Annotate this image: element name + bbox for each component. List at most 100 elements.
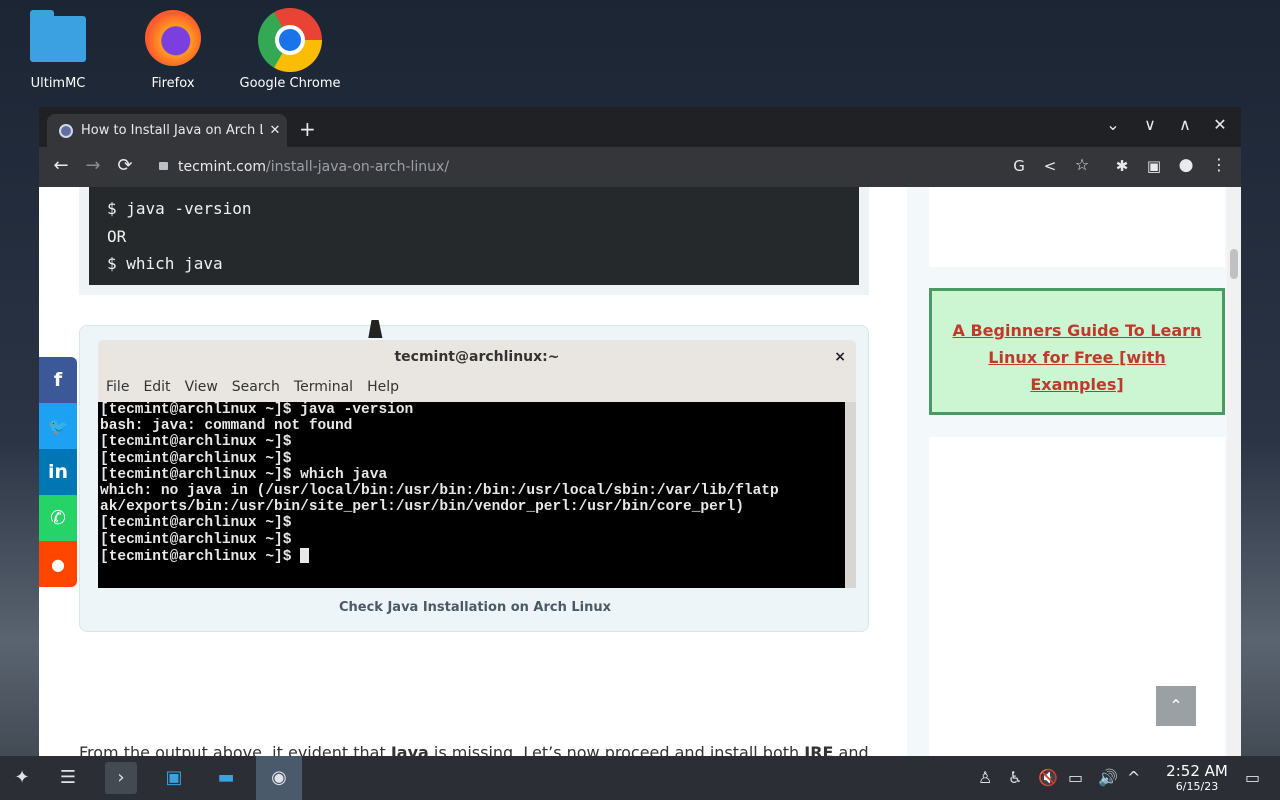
terminal-menubar: File Edit View Search Terminal Help: [98, 374, 856, 400]
chrome-icon: [258, 8, 322, 72]
terminal-scrollbar: [845, 402, 856, 588]
terminal-output: [tecmint@archlinux ~]$ java -version bash…: [98, 402, 845, 588]
terminal-line: which: no java in (/usr/local/bin:/usr/b…: [100, 483, 779, 500]
terminal-screenshot: tecmint@archlinux:~ × File Edit View Sea…: [98, 340, 856, 588]
reload-icon[interactable]: ⟳: [113, 155, 137, 176]
menu-kebab-icon[interactable]: ⋮: [1207, 155, 1231, 174]
discover-store-icon[interactable]: ▣: [158, 762, 190, 794]
linkedin-icon: in: [47, 461, 69, 483]
facebook-icon: f: [53, 369, 63, 391]
promo-line: A Beginners Guide To Learn: [952, 321, 1202, 340]
maximize-button[interactable]: ∧: [1173, 115, 1197, 134]
code-block: $ java -version OR $ which java: [89, 187, 859, 285]
terminal-menu-item: Search: [231, 379, 280, 395]
profile-avatar-icon[interactable]: ●: [1174, 155, 1198, 175]
folder-icon: [26, 8, 90, 72]
google-lens-icon[interactable]: G: [1007, 157, 1031, 175]
terminal-title: tecmint@archlinux:~ ×: [98, 340, 856, 374]
twitter-icon: 🐦: [48, 416, 68, 436]
browser-toolbar: ← → ⟳ tecmint.com/install-java-on-arch-l…: [39, 147, 1241, 187]
terminal-title-text: tecmint@archlinux:~: [394, 349, 560, 365]
konsole-icon[interactable]: ›: [105, 762, 137, 794]
terminal-line: [tecmint@archlinux ~]$: [100, 531, 292, 548]
terminal-line: ak/exports/bin:/usr/bin/site_perl:/usr/b…: [100, 499, 744, 516]
terminal-line: [tecmint@archlinux ~]$: [100, 434, 292, 451]
promo-line: Linux for Free [with: [988, 348, 1166, 367]
share-facebook-button[interactable]: f: [39, 357, 77, 403]
lock-icon: [159, 162, 168, 170]
terminal-menu-item: Terminal: [293, 379, 354, 395]
terminal-menu-item: View: [184, 379, 218, 395]
promo-link[interactable]: A Beginners Guide To Learn Linux for Free…: [953, 321, 1202, 394]
code-line: OR: [107, 226, 127, 246]
forward-icon[interactable]: →: [81, 155, 105, 176]
tab-close-icon[interactable]: ✕: [263, 123, 287, 138]
desktop-icon-ultimmc[interactable]: UltimMC: [3, 8, 113, 91]
desktop-icon-firefox[interactable]: Firefox: [118, 8, 228, 91]
reddit-icon: ●: [51, 554, 65, 574]
close-window-button[interactable]: ✕: [1208, 115, 1232, 134]
extensions-icon[interactable]: ✱: [1110, 157, 1134, 175]
terminal-line: [tecmint@archlinux ~]$: [100, 450, 292, 467]
code-line: $ java -version: [107, 199, 252, 218]
paragraph-text: From the output above, it evident that: [79, 743, 391, 756]
app-launcher-icon[interactable]: ✦: [6, 762, 38, 794]
paragraph-bold: Java: [390, 743, 429, 756]
promo-line: Examples]: [1030, 375, 1124, 394]
network-icon[interactable]: ▭: [1068, 768, 1083, 787]
share-linkedin-button[interactable]: in: [39, 449, 77, 495]
share-reddit-button[interactable]: ●: [39, 541, 77, 587]
bookmark-star-icon[interactable]: ☆: [1070, 155, 1094, 174]
tab-active[interactable]: How to Install Java on Arch Li ✕: [47, 114, 287, 147]
page-content: $ java -version OR $ which java tecmint@…: [39, 187, 1241, 756]
minimize-button[interactable]: ∨: [1138, 115, 1162, 134]
scrollbar-thumb[interactable]: [1230, 249, 1238, 279]
accessibility-icon[interactable]: ♿: [1008, 768, 1022, 787]
figure-caption: Check Java Installation on Arch Linux: [338, 600, 612, 615]
browser-window: How to Install Java on Arch Li ✕ + ⌄ ∨ ∧…: [39, 107, 1241, 756]
desktop-icon-label: Google Chrome: [239, 76, 341, 91]
side-panel-icon[interactable]: ▣: [1142, 157, 1166, 175]
paragraph-text: and: [833, 743, 869, 756]
share-twitter-button[interactable]: 🐦: [39, 403, 77, 449]
whatsapp-icon: ✆: [50, 507, 66, 529]
back-icon[interactable]: ←: [49, 155, 73, 176]
system-settings-icon[interactable]: ☰: [52, 762, 84, 794]
terminal-line: [tecmint@archlinux ~]$ java -version: [100, 402, 414, 418]
chevron-up-icon: ⌃: [1169, 696, 1183, 715]
terminal-cursor: [300, 547, 310, 563]
desktop-icon-label: Firefox: [151, 76, 195, 91]
terminal-line: bash: java: command not found: [100, 418, 353, 435]
page-scrollbar[interactable]: [1227, 187, 1241, 756]
terminal-menu-item: Help: [367, 379, 399, 395]
sidebar-promo-box: A Beginners Guide To Learn Linux for Free…: [929, 288, 1225, 415]
chrome-taskbar-icon[interactable]: ◉: [256, 756, 302, 800]
tab-search-icon[interactable]: ⌄: [1101, 115, 1125, 134]
clock-time: 2:52 AM: [1166, 762, 1228, 780]
url-host: tecmint.com: [178, 159, 267, 175]
paragraph-text: is missing. Let’s now proceed and instal…: [428, 743, 805, 756]
desktop-icon-chrome[interactable]: Google Chrome: [235, 8, 345, 91]
user-icon[interactable]: ♙: [978, 768, 992, 787]
clock-date: 6/15/23: [1175, 780, 1219, 793]
screenshot-figure: tecmint@archlinux:~ × File Edit View Sea…: [79, 325, 869, 632]
show-desktop-icon[interactable]: ▭: [1245, 768, 1260, 787]
terminal-line: [tecmint@archlinux ~]$: [100, 515, 292, 532]
desktop-icon-label: UltimMC: [30, 76, 86, 91]
file-manager-icon[interactable]: ▬: [210, 762, 242, 794]
article-paragraph: From the output above, it evident that J…: [79, 743, 879, 756]
site-favicon-icon: [59, 123, 73, 138]
tray-expand-icon[interactable]: ^: [1127, 768, 1140, 787]
new-tab-button[interactable]: +: [299, 117, 316, 141]
clock[interactable]: 2:52 AM 6/15/23: [1150, 762, 1244, 794]
share-whatsapp-button[interactable]: ✆: [39, 495, 77, 541]
paragraph-bold: JRE: [804, 743, 834, 756]
share-icon[interactable]: <: [1038, 157, 1062, 175]
firefox-icon: [141, 8, 205, 72]
back-to-top-button[interactable]: ⌃: [1156, 686, 1196, 726]
url-path: /install-java-on-arch-linux/: [266, 159, 450, 175]
mute-icon[interactable]: 🔇: [1038, 768, 1058, 787]
volume-icon[interactable]: 🔊: [1098, 768, 1118, 787]
terminal-menu-item: Edit: [143, 379, 171, 395]
address-bar[interactable]: tecmint.com/install-java-on-arch-linux/: [159, 153, 1059, 181]
